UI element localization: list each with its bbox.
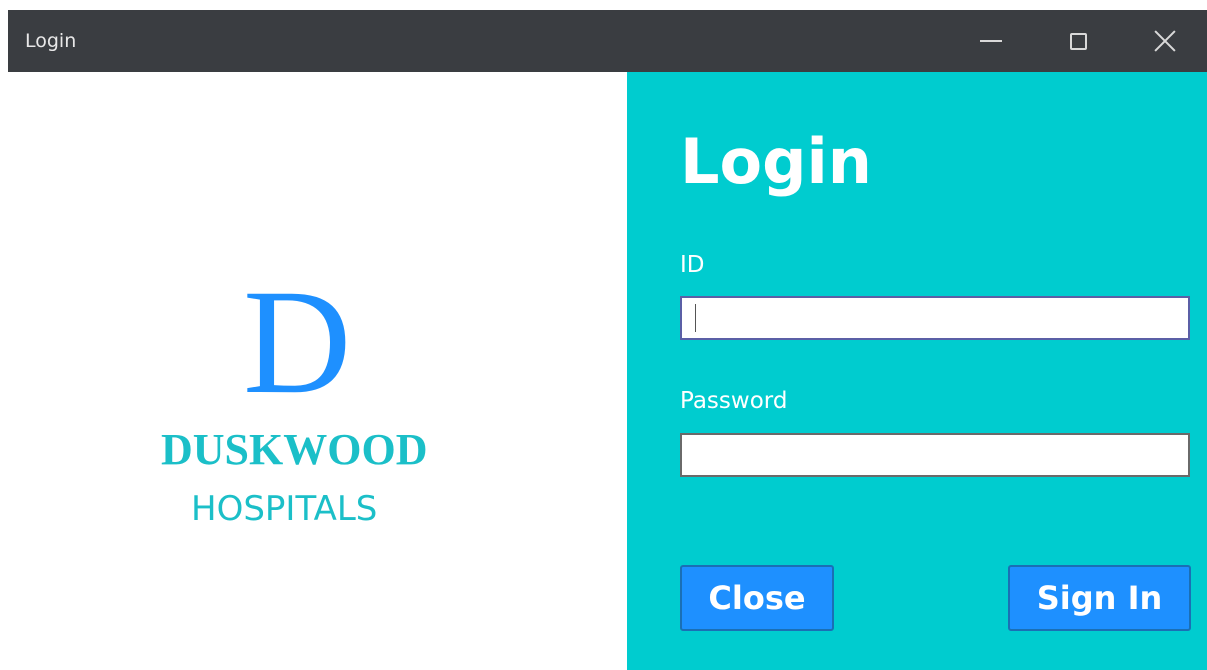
close-icon: [1153, 29, 1177, 53]
brand-name: DUSKWOOD: [161, 425, 428, 474]
logo-letter: D: [243, 259, 352, 425]
text-caret: [695, 304, 696, 332]
id-field[interactable]: [680, 296, 1190, 340]
password-label: Password: [680, 388, 788, 414]
minimize-button[interactable]: [951, 10, 1031, 72]
minimize-icon: [980, 40, 1002, 42]
maximize-icon: [1069, 32, 1087, 50]
brand-subtitle: HOSPITALS: [191, 489, 378, 529]
maximize-button[interactable]: [1038, 10, 1118, 72]
title-bar[interactable]: Login: [8, 10, 1207, 72]
window-close-button[interactable]: [1125, 10, 1205, 72]
password-field[interactable]: [680, 433, 1190, 477]
login-form-panel: Login ID Password Close Sign In: [627, 72, 1207, 670]
sign-in-button[interactable]: Sign In: [1008, 565, 1191, 631]
close-button[interactable]: Close: [680, 565, 834, 631]
id-label: ID: [680, 252, 705, 278]
form-heading: Login: [680, 125, 872, 198]
window-title: Login: [25, 30, 77, 52]
login-window: Login D DUSKWOOD HOSPITALS Login ID Pass…: [8, 10, 1207, 670]
brand-panel: D DUSKWOOD HOSPITALS: [8, 72, 627, 670]
